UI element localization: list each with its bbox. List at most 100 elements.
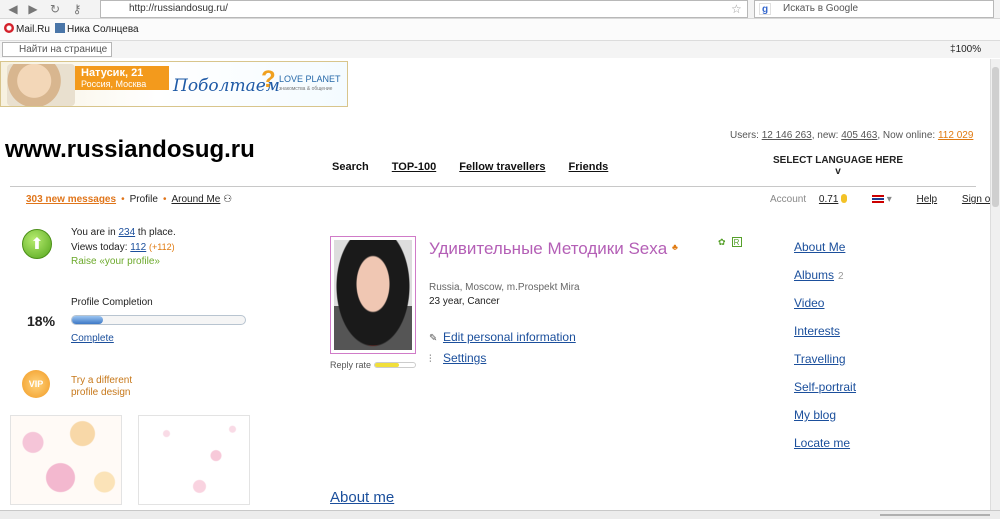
zoom-slider[interactable] <box>880 514 990 516</box>
vk-icon <box>55 23 65 33</box>
settings-label: Settings <box>443 351 487 365</box>
bookmark-nika[interactable]: Ника Солнцева <box>55 23 139 35</box>
edit-info-link[interactable]: ✎ Edit personal information <box>429 330 576 344</box>
zoom-value: 100% <box>955 44 982 55</box>
profile-completion-fill <box>72 316 104 324</box>
menu-interests[interactable]: Interests <box>794 323 856 351</box>
star-icon[interactable]: ☆ <box>731 0 745 18</box>
google-search-input[interactable]: g Искать в Google <box>754 0 994 18</box>
separator-dot: • <box>162 194 167 205</box>
address-bar[interactable]: http://russiandosug.ru/ <box>100 0 748 18</box>
profile-name: Удивительные Методики Sexa ♣ <box>429 237 699 259</box>
menu-locate-me[interactable]: Locate me <box>794 435 856 463</box>
status-icons: ✿ R <box>718 237 742 248</box>
vip-badge-icon: VIP <box>22 370 50 398</box>
new-count[interactable]: 405 463 <box>841 130 877 141</box>
banner-name: Натусик, 21 <box>81 67 144 79</box>
separator-dot: • <box>121 194 125 205</box>
reply-rate-bar <box>374 362 417 368</box>
turtle-icon[interactable]: ✿ <box>718 237 726 247</box>
reply-rate-label: Reply rate <box>330 360 372 370</box>
language-arrow: v <box>835 166 841 177</box>
binoculars-icon: ⚇ <box>223 194 233 205</box>
nav-search[interactable]: Search <box>332 161 369 173</box>
uk-flag-icon[interactable]: ▾ <box>871 194 892 205</box>
menu-video[interactable]: Video <box>794 295 856 323</box>
menu-albums[interactable]: Albums 2 <box>794 267 856 295</box>
views-plus: (+112) <box>149 242 175 252</box>
views-label: Views today: <box>71 242 128 253</box>
profile-name-text: Удивительные Методики Sexa <box>429 239 668 258</box>
advert-banner[interactable]: Натусик, 21 Россия, Москва Поболтаем ? L… <box>0 61 348 107</box>
nav-friends[interactable]: Friends <box>569 161 609 173</box>
opera-icon <box>4 23 14 33</box>
scrollbar-thumb[interactable] <box>992 67 999 207</box>
bookmarks-bar: Mail.Ru Ника Солнцева <box>0 21 1000 38</box>
account-bar: Account 0.71 ▾ Help Sign out <box>770 194 999 205</box>
main-nav: Search TOP-100 Fellow travellers Friends <box>332 161 628 173</box>
bookmark-label: Mail.Ru <box>16 24 50 35</box>
find-input[interactable]: Найти на странице <box>2 42 112 57</box>
users-count[interactable]: 12 146 263 <box>762 130 812 141</box>
menu-label: About Me <box>794 240 846 254</box>
views-count[interactable]: 112 <box>130 242 146 253</box>
help-link[interactable]: Help <box>917 194 938 205</box>
online-count[interactable]: 112 029 <box>938 130 973 141</box>
design-thumbnail-floral[interactable] <box>10 415 122 505</box>
menu-label: Travelling <box>794 352 846 366</box>
site-title: www.russiandosug.ru <box>5 136 255 163</box>
profile-link[interactable]: Profile <box>130 194 158 205</box>
menu-self-portrait[interactable]: Self-portrait <box>794 379 856 407</box>
settings-link[interactable]: ⫶ Settings <box>429 351 486 365</box>
profile-location: Russia, Moscow, m.Prospekt Mira <box>429 282 580 293</box>
language-selector[interactable]: SELECT LANGUAGE HERE v <box>768 155 908 177</box>
nav-top100[interactable]: TOP-100 <box>392 161 436 173</box>
profile-sections-menu: About Me Albums 2 Video Interests Travell… <box>794 239 856 463</box>
profile-photo[interactable] <box>330 236 416 354</box>
design-thumbnail-hearts[interactable] <box>138 415 250 505</box>
r-badge-icon[interactable]: R <box>731 237 742 247</box>
profile-completion-label: Profile Completion <box>71 297 153 308</box>
rank-up-icon: ⬆ <box>22 229 52 259</box>
online-label: , Now online: <box>877 130 936 141</box>
place-prefix: You are in <box>71 227 116 238</box>
user-stats: Users: 12 146 263, new: 405 463, Now onl… <box>730 130 973 141</box>
nav-fellow-travellers[interactable]: Fellow travellers <box>459 161 545 173</box>
zoom-level[interactable]: ‡100% <box>950 44 981 55</box>
forward-arrow-icon[interactable]: ▶ <box>24 1 42 17</box>
views-line: Views today: 112 (+112) <box>71 240 176 255</box>
place-suffix: th place. <box>137 227 176 238</box>
key-icon[interactable]: ⚷ <box>68 1 86 17</box>
place-number[interactable]: 234 <box>118 227 135 238</box>
banner-photo <box>7 64 75 106</box>
raise-profile-link[interactable]: Raise «your profile» <box>71 255 176 269</box>
menu-my-blog[interactable]: My blog <box>794 407 856 435</box>
bookmark-label: Ника Солнцева <box>67 24 139 35</box>
menu-travelling[interactable]: Travelling <box>794 351 856 379</box>
menu-label: Albums <box>794 268 835 282</box>
profile-completion-bar <box>71 315 246 325</box>
edit-info-label: Edit personal information <box>443 330 576 344</box>
banner-logo-sub: знакомства & общение <box>279 86 333 92</box>
pencil-icon: ✎ <box>429 333 438 344</box>
reply-rate: Reply rate <box>330 360 417 370</box>
reload-icon[interactable]: ↻ <box>46 1 64 17</box>
account-balance[interactable]: 0.71 <box>819 194 838 205</box>
new-messages-link[interactable]: 303 new messages <box>26 194 116 205</box>
page-scrollbar[interactable] <box>990 59 1000 510</box>
about-me-heading[interactable]: About me <box>330 489 394 506</box>
browser-toolbar: ◀ ▶ ↻ ⚷ http://russiandosug.ru/ ☆ g Иска… <box>0 0 1000 19</box>
try-design-link[interactable]: Try a different profile design <box>71 375 151 399</box>
new-label: , new: <box>811 130 839 141</box>
menu-label: Video <box>794 296 825 310</box>
albums-count: 2 <box>838 271 844 282</box>
browser-chrome: ◀ ▶ ↻ ⚷ http://russiandosug.ru/ ☆ g Иска… <box>0 0 1000 58</box>
complete-profile-link[interactable]: Complete <box>71 333 114 344</box>
menu-label: Locate me <box>794 436 851 450</box>
divider <box>10 186 976 187</box>
bookmark-mailru[interactable]: Mail.Ru <box>4 23 50 35</box>
banner-city: Россия, Москва <box>81 79 147 89</box>
around-me-link[interactable]: Around Me <box>171 194 220 205</box>
menu-about-me[interactable]: About Me <box>794 239 856 267</box>
back-arrow-icon[interactable]: ◀ <box>4 1 22 17</box>
